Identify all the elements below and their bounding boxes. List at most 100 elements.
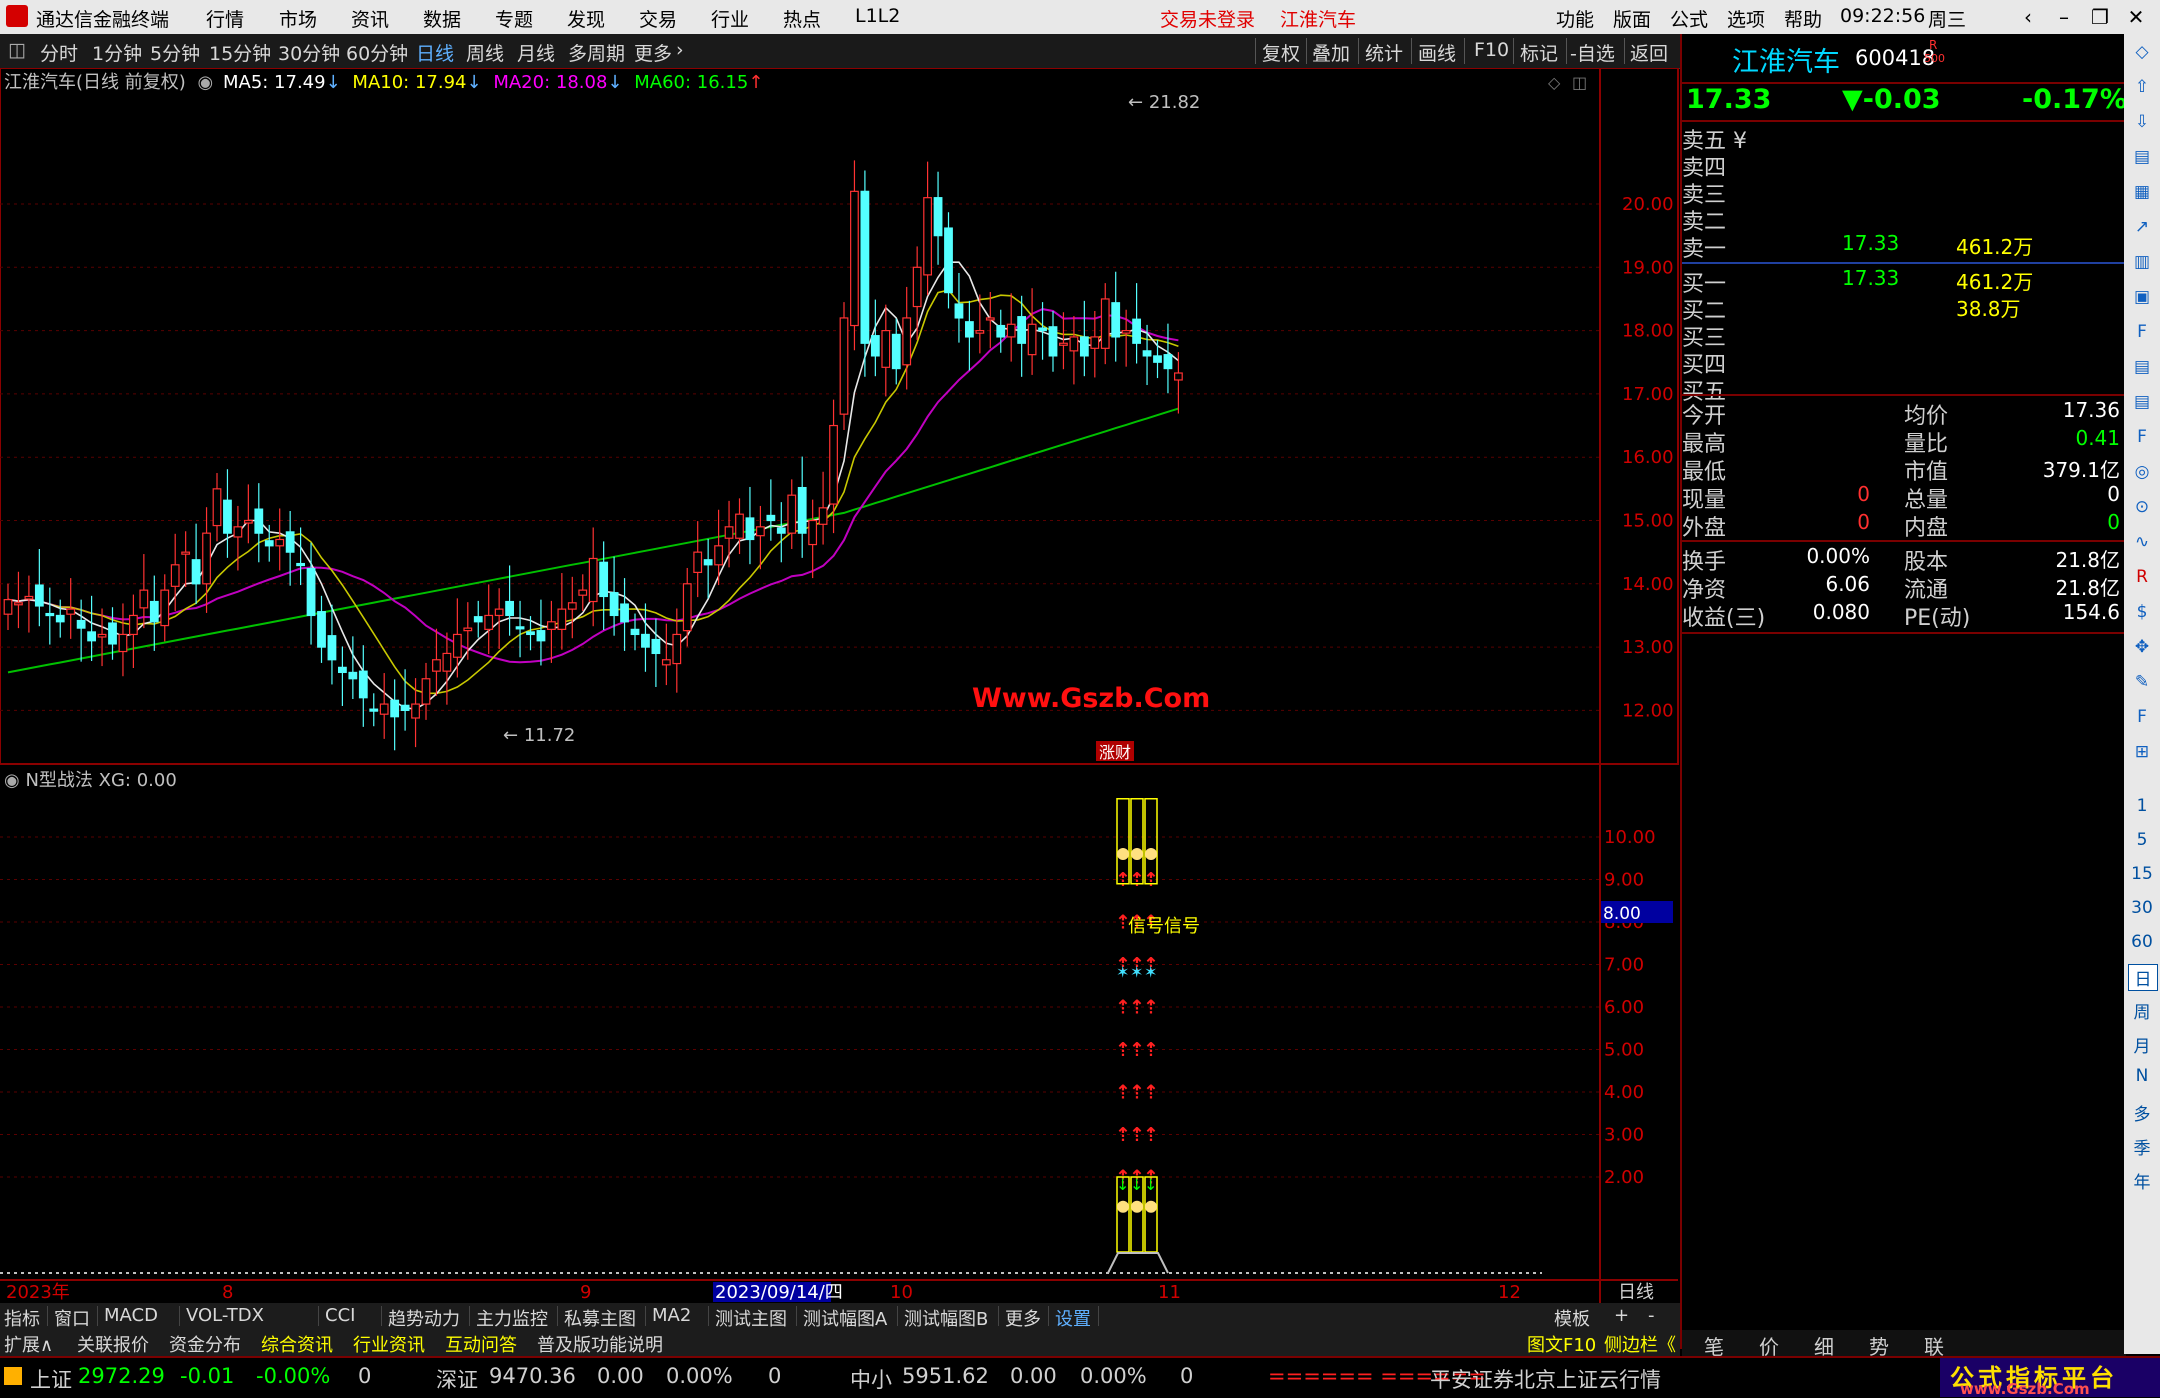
side-tool-icon[interactable]: ⊞ xyxy=(2128,742,2156,762)
side-period-button[interactable]: 1 xyxy=(2128,796,2156,816)
menu-faxian[interactable]: 发现 xyxy=(567,5,605,32)
indicator-tab[interactable]: 测试主图 xyxy=(715,1305,787,1331)
menu-jiaoyi[interactable]: 交易 xyxy=(639,5,677,32)
side-tool-icon[interactable]: R xyxy=(2128,567,2156,587)
event-marker[interactable]: 涨财 xyxy=(1099,743,1131,762)
indicator-tab[interactable]: 更多 xyxy=(1005,1305,1041,1331)
side-period-button[interactable]: 15 xyxy=(2128,864,2156,884)
side-period-button[interactable]: 5 xyxy=(2128,830,2156,850)
menu-hangye[interactable]: 行业 xyxy=(711,5,749,32)
menu-redian[interactable]: 热点 xyxy=(783,5,821,32)
ext-tab[interactable]: 互动问答 xyxy=(445,1331,517,1357)
period-monthly[interactable]: 月线 xyxy=(517,39,555,66)
menu-gongshi[interactable]: 公式 xyxy=(1670,5,1708,32)
side-period-button[interactable]: 30 xyxy=(2128,898,2156,918)
indicator-tab[interactable]: 窗口 xyxy=(54,1305,90,1331)
side-tool-icon[interactable]: ▤ xyxy=(2128,357,2156,377)
menu-shuju[interactable]: 数据 xyxy=(423,5,461,32)
diamond-icon[interactable]: ◇ xyxy=(1548,73,1561,92)
side-period-button[interactable]: 多 xyxy=(2128,1100,2156,1125)
minimize-icon[interactable]: – xyxy=(2046,2,2082,32)
side-tool-icon[interactable]: ▣ xyxy=(2128,287,2156,307)
tool-fanhui[interactable]: 返回 xyxy=(1630,39,1668,66)
menu-xuanxiang[interactable]: 选项 xyxy=(1727,5,1765,32)
indicator-right-tab[interactable]: + xyxy=(1614,1305,1629,1326)
back-icon[interactable]: ‹ xyxy=(2010,2,2046,32)
side-tool-icon[interactable]: ▤ xyxy=(2128,392,2156,412)
indicator-tab[interactable]: CCI xyxy=(325,1305,355,1326)
indicator-tab[interactable]: VOL-TDX xyxy=(186,1305,264,1326)
indicator-right-tab[interactable]: 模板 xyxy=(1554,1305,1590,1331)
panel-toggle-icon[interactable]: ◫ xyxy=(8,39,26,61)
chevron-right-icon[interactable]: › xyxy=(676,39,684,61)
side-period-button[interactable]: 60 xyxy=(2128,932,2156,952)
period-30min[interactable]: 30分钟 xyxy=(278,39,340,66)
tool-zixuan[interactable]: -自选 xyxy=(1570,39,1615,66)
indicator-tab[interactable]: MACD xyxy=(104,1305,158,1326)
indicator-tab[interactable]: 趋势动力 xyxy=(388,1305,460,1331)
menu-gongneng[interactable]: 功能 xyxy=(1556,5,1594,32)
indicator-right-tab[interactable]: - xyxy=(1648,1305,1655,1326)
sh-index-name[interactable]: 上证 xyxy=(30,1364,72,1394)
login-status[interactable]: 交易未登录 xyxy=(1160,5,1255,32)
side-tool-icon[interactable]: ↗ xyxy=(2128,217,2156,237)
side-period-button[interactable]: 周 xyxy=(2128,998,2156,1023)
side-tool-icon[interactable]: ◎ xyxy=(2128,462,2156,482)
tool-f10[interactable]: F10 xyxy=(1474,39,1509,61)
server-name[interactable]: 平安证券北京上证云行情 xyxy=(1430,1364,1661,1394)
side-period-button[interactable]: 日 xyxy=(2128,964,2158,991)
zx-index-name[interactable]: 中小 xyxy=(850,1364,892,1394)
ext-right-sidebar[interactable]: 侧边栏《 xyxy=(1604,1331,1676,1357)
side-tool-icon[interactable]: ⇩ xyxy=(2128,112,2156,132)
expand-circle-icon[interactable]: ◉ xyxy=(4,770,20,791)
side-period-button[interactable]: 季 xyxy=(2128,1134,2156,1159)
indicator-tab[interactable]: 测试幅图A xyxy=(803,1305,887,1331)
ext-tab[interactable]: 扩展∧ xyxy=(4,1331,53,1357)
side-tool-icon[interactable]: ✥ xyxy=(2128,637,2156,657)
tool-diejia[interactable]: 叠加 xyxy=(1312,39,1350,66)
period-1min[interactable]: 1分钟 xyxy=(92,39,142,66)
tool-huaxian[interactable]: 画线 xyxy=(1418,39,1456,66)
period-daily[interactable]: 日线 xyxy=(416,39,454,66)
side-period-button[interactable]: 年 xyxy=(2128,1168,2156,1193)
indicator-tab[interactable]: 测试幅图B xyxy=(904,1305,988,1331)
side-period-button[interactable]: 月 xyxy=(2128,1032,2156,1057)
expand-circle-icon[interactable]: ◉ xyxy=(198,72,214,93)
indicator-tab[interactable]: 主力监控 xyxy=(476,1305,548,1331)
side-tool-icon[interactable]: ⇧ xyxy=(2128,77,2156,97)
window-icon[interactable]: ◫ xyxy=(1572,73,1587,92)
side-tool-icon[interactable]: ✎ xyxy=(2128,672,2156,692)
period-60min[interactable]: 60分钟 xyxy=(346,39,408,66)
side-tool-icon[interactable]: ∿ xyxy=(2128,532,2156,552)
ext-right-f10[interactable]: 图文F10 xyxy=(1527,1331,1596,1357)
tool-tongji[interactable]: 统计 xyxy=(1365,39,1403,66)
period-fenshi[interactable]: 分时 xyxy=(40,39,78,66)
period-15min[interactable]: 15分钟 xyxy=(209,39,271,66)
ext-tab[interactable]: 综合资讯 xyxy=(261,1331,333,1357)
menu-hangqing[interactable]: 行情 xyxy=(206,5,244,32)
menu-zhuanti[interactable]: 专题 xyxy=(495,5,533,32)
side-tool-icon[interactable]: ⊙ xyxy=(2128,497,2156,517)
side-tool-icon[interactable]: F xyxy=(2128,322,2156,342)
side-tool-icon[interactable]: ▤ xyxy=(2128,147,2156,167)
indicator-tab[interactable]: 指标 xyxy=(4,1305,40,1331)
period-5min[interactable]: 5分钟 xyxy=(150,39,200,66)
side-tool-icon[interactable]: ▦ xyxy=(2128,182,2156,202)
ext-tab[interactable]: 关联报价 xyxy=(77,1331,149,1357)
tool-biaoji[interactable]: 标记 xyxy=(1520,39,1558,66)
menu-zixun[interactable]: 资讯 xyxy=(351,5,389,32)
side-period-button[interactable]: N xyxy=(2128,1066,2156,1086)
ext-tab[interactable]: 资金分布 xyxy=(169,1331,241,1357)
side-tool-icon[interactable]: $ xyxy=(2128,602,2156,622)
menu-l1l2[interactable]: L1L2 xyxy=(855,5,900,27)
indicator-tab[interactable]: 私募主图 xyxy=(564,1305,636,1331)
menu-banmian[interactable]: 版面 xyxy=(1613,5,1651,32)
menu-bangzhu[interactable]: 帮助 xyxy=(1784,5,1822,32)
close-icon[interactable]: ✕ xyxy=(2118,2,2154,32)
period-multi[interactable]: 多周期 xyxy=(568,39,625,66)
ext-tab[interactable]: 普及版功能说明 xyxy=(537,1331,663,1357)
side-tool-icon[interactable]: ◇ xyxy=(2128,42,2156,62)
indicator-tab[interactable]: MA2 xyxy=(652,1305,691,1326)
period-more[interactable]: 更多 xyxy=(634,39,672,66)
kline-chart[interactable]: ← 21.82 ← 11.72 Www.Gszb.Com 涨财 20.00 19.… xyxy=(0,68,1680,1303)
